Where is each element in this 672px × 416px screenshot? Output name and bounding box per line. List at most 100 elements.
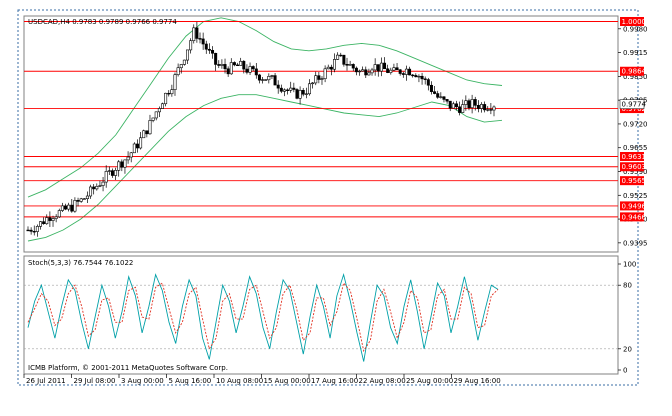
candle-body [414,75,418,78]
candle-body [176,67,180,76]
candle-body [423,78,427,80]
candle-body [286,89,290,91]
candle-body [154,111,158,119]
candle-body [92,186,96,190]
candle-body [467,100,471,109]
time-tick-label: 15 Aug 00:00 [264,377,311,385]
candle-body [79,198,83,202]
candle-body [60,205,64,211]
candle-body [376,64,380,72]
time-tick-label: 25 Aug 00:00 [406,377,453,385]
candle-body [470,99,474,109]
candle-body [461,104,465,113]
candle-body [433,91,437,94]
candle-body [301,89,305,95]
candle-body [364,69,368,76]
candle-body [429,84,433,92]
candle-body [236,64,240,67]
candle-body [45,217,49,225]
candle-body [420,75,424,80]
candle-body [408,68,412,76]
candle-body [217,64,221,66]
candle-body [107,170,111,172]
candle-body [254,68,258,76]
candle-body [245,68,249,73]
candle-body [417,75,421,78]
candle-body [151,117,155,121]
candle-body [439,96,443,98]
candle-body [326,66,330,70]
stoch-tick-label: 100 [623,261,636,269]
candle-body [379,62,383,72]
candle-body [261,79,265,81]
candle-body [483,104,487,111]
stochastic-panel [23,255,619,375]
candle-body [336,54,340,60]
candle-body [257,74,261,81]
level-label: 0.9466 [622,213,647,221]
level-label: 0.9864 [622,68,647,76]
candle-body [361,69,365,72]
candle-body [451,103,455,109]
candle-body [267,75,271,81]
candle-body [129,152,133,158]
price-tick-label: 0.9720 [623,120,648,128]
candle-body [373,64,377,71]
candle-body [454,103,458,108]
candle-body [398,69,402,74]
candle-body [26,229,30,232]
candle-body [358,70,362,73]
candle-body [232,62,236,66]
candle-body [117,161,121,171]
candle-body [139,137,143,149]
candle-body [42,221,46,225]
candle-body [51,218,55,221]
candle-body [104,171,108,183]
current-price-label: 0.9774 [622,101,647,109]
candle-body [289,87,293,91]
candle-body [311,82,315,85]
candle-body [35,226,39,232]
candle-body [251,66,255,70]
price-tick-label: 0.9525 [623,192,648,200]
chart-canvas: 0.99800.99150.98500.97850.97200.96550.95… [0,0,672,412]
time-tick-label: 10 Aug 08:00 [216,377,263,385]
level-label: 0.9565 [622,177,647,185]
candle-body [370,69,374,74]
candle-body [323,68,327,80]
candle-body [436,93,440,98]
candle-body [123,159,127,168]
candle-body [404,68,408,75]
candle-body [242,60,246,70]
candle-body [89,186,93,197]
candle-body [195,27,199,39]
candle-body [204,43,208,50]
time-tick-label: 29 Aug 16:00 [454,377,501,385]
candle-body [39,221,43,227]
candle-body [120,161,124,168]
time-tick-label: 5 Aug 16:00 [169,377,212,385]
candle-body [351,64,355,69]
candle-body [170,89,174,95]
candle-body [492,106,496,111]
candle-body [220,64,224,66]
candle-body [67,204,71,210]
stoch-tick-label: 20 [623,345,632,353]
candle-body [189,40,193,51]
candle-body [264,79,268,81]
candle-body [426,79,430,86]
stochastic-title: Stoch(5,3,3) 76.7544 76.1022 [28,259,133,267]
candle-body [114,170,118,176]
candle-body [479,104,483,109]
candle-body [386,68,390,73]
candle-body [445,99,449,102]
candle-body [135,143,139,149]
candle-body [329,66,333,70]
candle-body [85,195,89,199]
candle-body [354,67,358,73]
candle-body [76,200,80,202]
time-tick-label: 22 Aug 08:00 [359,377,406,385]
candle-body [226,68,230,75]
candle-body [339,54,343,57]
candle-body [167,92,171,95]
